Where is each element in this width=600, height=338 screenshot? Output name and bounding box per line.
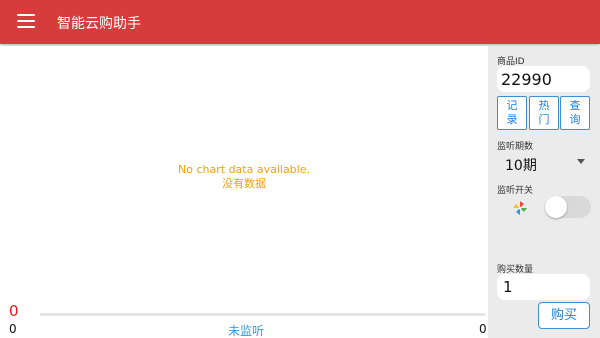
- app-title: 智能云购助手: [57, 16, 141, 32]
- empty-chart-message-cn: 没有数据: [222, 177, 266, 190]
- monitor-toggle-knob[interactable]: [545, 196, 567, 218]
- progress-max: 0: [479, 322, 487, 336]
- product-id-input[interactable]: 22990: [497, 66, 590, 92]
- monitor-status: 未监听: [228, 324, 265, 338]
- dropdown-arrow-icon[interactable]: [577, 159, 585, 164]
- period-dropdown[interactable]: 10期: [505, 155, 537, 175]
- hamburger-menu-icon[interactable]: [17, 14, 35, 28]
- empty-chart-message-en: No chart data available.: [178, 163, 310, 176]
- record-button[interactable]: 记 录: [497, 96, 527, 130]
- monitor-label: 监听开关: [497, 186, 534, 196]
- chart-area: No chart data available. 没有数据: [0, 46, 488, 302]
- buy-button[interactable]: 购买: [538, 302, 590, 329]
- period-label: 监听期数: [497, 142, 534, 152]
- monitor-count: 0: [9, 302, 19, 320]
- hot-button[interactable]: 热 门: [529, 96, 559, 130]
- pinwheel-icon: [513, 201, 527, 215]
- query-button[interactable]: 查 询: [560, 96, 590, 130]
- query-button-label: 查 询: [569, 99, 581, 126]
- app-bar: 智能云购助手: [0, 0, 600, 44]
- progress-bar: [40, 313, 485, 316]
- progress-min: 0: [9, 322, 17, 336]
- record-button-label: 记 录: [506, 99, 518, 126]
- quantity-input[interactable]: 1: [497, 274, 590, 300]
- hot-button-label: 热 门: [538, 99, 550, 126]
